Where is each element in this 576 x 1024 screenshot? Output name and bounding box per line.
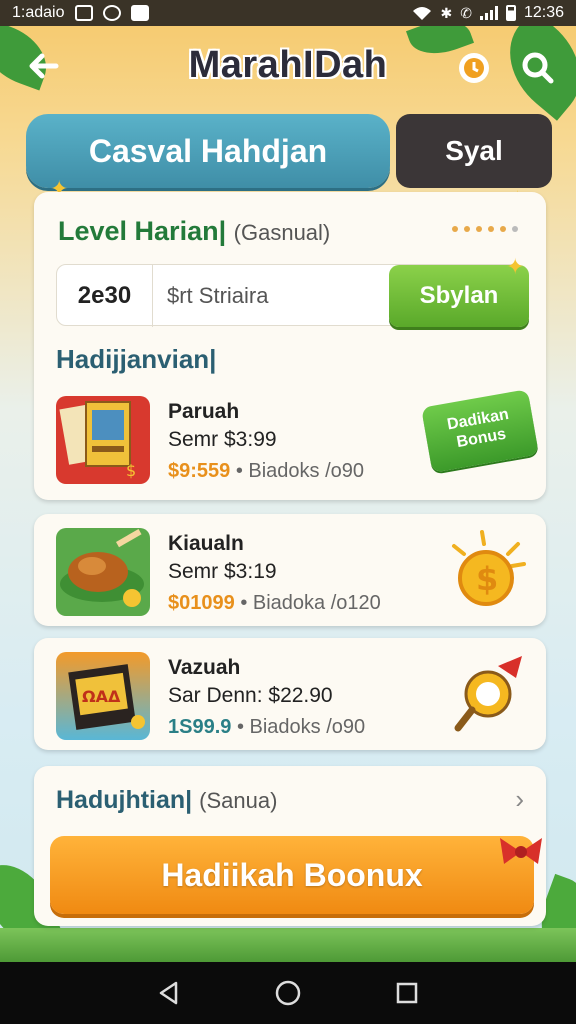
settings-icon — [102, 5, 121, 21]
magnifier-coin-icon — [446, 648, 530, 738]
item-card[interactable]: ΩΑΔ Vazuah Sar Denn: $22.90 1S99.9 • Bia… — [34, 638, 546, 750]
item-name: Vazuah — [168, 656, 241, 679]
item-value: $9:559 — [168, 460, 231, 482]
carrier-text: 1:adaio — [12, 4, 65, 21]
item-value-row: $9:559 • Biadoks /o90 — [168, 460, 364, 483]
score-value: 2e30 — [57, 265, 153, 327]
bonus-button[interactable]: Hadiikah Boonux — [50, 836, 534, 914]
search-input[interactable]: $rt Striaira — [167, 283, 268, 309]
coin-icon: $ — [446, 524, 530, 614]
svg-text:$: $ — [476, 560, 498, 598]
roast-chicken-icon — [56, 528, 150, 616]
item-meta: • Biadoks /o90 — [235, 460, 365, 482]
grass-decoration — [0, 928, 576, 962]
page-dots — [452, 226, 518, 232]
level-subtitle: (Gasnual) — [233, 220, 331, 245]
clock-text: 12:36 — [523, 4, 564, 21]
svg-text:$: $ — [126, 461, 136, 480]
tab-casual[interactable]: Casval Hahdjan — [26, 114, 390, 188]
notification-icon — [74, 5, 93, 21]
tab-syal[interactable]: Syal — [396, 114, 552, 188]
item-value: $01099 — [168, 592, 235, 614]
sparkle-icon: ✦ — [506, 254, 525, 279]
item-meta: • Biadoka /o120 — [240, 592, 381, 614]
item-price: Sar Denn: $22.90 — [168, 684, 333, 707]
nav-home-icon[interactable] — [268, 973, 308, 1013]
signal-icon — [479, 6, 498, 20]
wifi-icon — [413, 7, 432, 20]
level-title: Level Harian| (Gasnual) — [58, 216, 331, 246]
system-nav-bar — [0, 962, 576, 1024]
item-price: Semr $3:99 — [168, 428, 277, 451]
bonus-card: Hadujhtian| (Sanua) › Hadiikah Boonux — [34, 766, 546, 926]
alarm-icon: ✱ — [440, 4, 453, 21]
item-name: Kiaualn — [168, 532, 244, 555]
footer-subtitle: (Sanua) — [199, 788, 278, 813]
nav-back-icon[interactable] — [149, 973, 189, 1013]
item-card[interactable]: Kiaualn Semr $3:19 $01099 • Biadoka /o12… — [34, 514, 546, 626]
search-icon[interactable] — [518, 48, 558, 88]
item-value-row: 1S99.9 • Biadoks /o90 — [168, 716, 365, 739]
item-price: Semr $3:19 — [168, 560, 277, 583]
search-row: 2e30 $rt Striaira Sbylan — [56, 264, 529, 327]
bag-icon — [130, 5, 149, 21]
item-meta: • Biadoks /o90 — [236, 716, 366, 738]
status-bar: 1:adaio ✱ ✆ 12:36 — [0, 0, 576, 26]
footer-title: Hadujhtian| (Sanua) — [56, 786, 278, 814]
chevron-right-icon[interactable]: › — [515, 784, 524, 815]
gift-bow-icon — [496, 830, 546, 874]
section-title: Hadijjanvian| — [56, 344, 217, 374]
item-value-row: $01099 • Biadoka /o120 — [168, 592, 381, 615]
item-value: 1S99.9 — [168, 716, 232, 738]
timer-icon[interactable] — [454, 48, 494, 88]
section-title-text: Hadijjanvian — [56, 344, 210, 374]
item-name: Paruah — [168, 400, 240, 423]
level-title-text: Level Harian — [58, 216, 219, 246]
game-box-icon: ΩΑΔ — [56, 652, 150, 740]
cards-pack-icon: $ — [56, 396, 150, 484]
app-header: MarahIDah — [0, 30, 576, 106]
svg-text:ΩΑΔ: ΩΑΔ — [82, 687, 121, 706]
level-card: Level Harian| (Gasnual) 2e30 $rt Striair… — [34, 192, 546, 500]
vibrate-icon: ✆ — [460, 4, 472, 21]
battery-icon — [505, 5, 516, 21]
nav-recents-icon[interactable] — [387, 973, 427, 1013]
footer-title-text: Hadujhtian — [56, 786, 186, 814]
